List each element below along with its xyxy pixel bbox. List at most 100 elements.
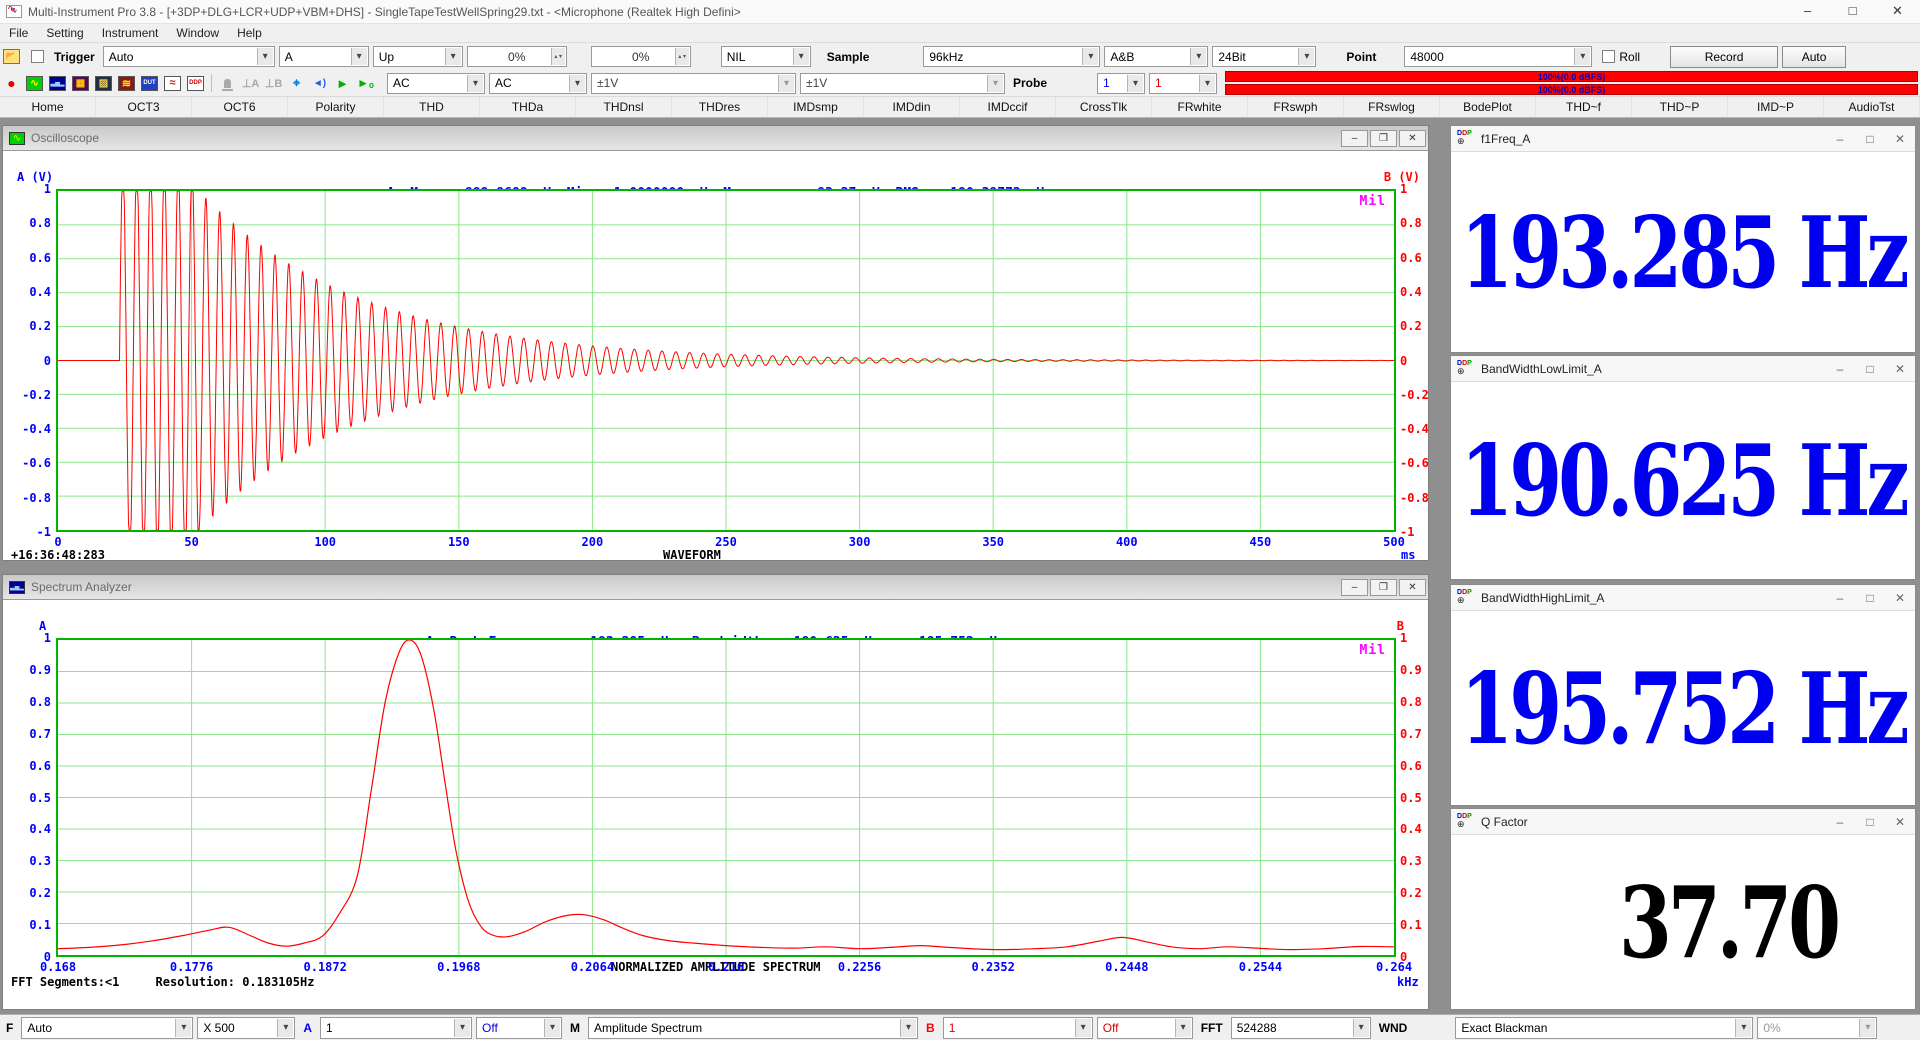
- tab-frswph[interactable]: FRswph: [1248, 97, 1344, 117]
- y-tick-right: 0.4: [1400, 285, 1440, 299]
- maximize-icon[interactable]: □: [1830, 0, 1875, 23]
- derived-data-point-icon[interactable]: ≈: [162, 74, 183, 93]
- open-file-icon[interactable]: 📂: [1, 47, 22, 66]
- zoom-dropdown[interactable]: X 500: [197, 1017, 295, 1039]
- tab-crosstlk[interactable]: CrossTlk: [1056, 97, 1152, 117]
- close-icon[interactable]: ✕: [1875, 0, 1920, 23]
- tab-oct6[interactable]: OCT6: [192, 97, 288, 117]
- tab-bodeplot[interactable]: BodePlot: [1440, 97, 1536, 117]
- b-option-dropdown[interactable]: 1: [943, 1017, 1093, 1039]
- trigger-source-dropdown[interactable]: A: [279, 46, 369, 67]
- microphone-icon[interactable]: [217, 74, 238, 93]
- close-icon[interactable]: ✕: [1399, 579, 1426, 596]
- oscilloscope-icon: ∿: [9, 132, 25, 145]
- tab-polarity[interactable]: Polarity: [288, 97, 384, 117]
- fft-size-dropdown[interactable]: 524288: [1231, 1017, 1371, 1039]
- oscilloscope-icon[interactable]: ∿: [24, 74, 45, 93]
- overlap-dropdown[interactable]: 0%: [1757, 1017, 1877, 1039]
- spectrum-plot[interactable]: Mil: [56, 638, 1396, 957]
- x-tick: 500: [1383, 535, 1405, 549]
- b-persistence-dropdown[interactable]: Off: [1097, 1017, 1193, 1039]
- close-icon[interactable]: ✕: [1399, 130, 1426, 147]
- run-loop-icon[interactable]: ►ₒ: [355, 74, 376, 93]
- x-unit-label: kHz: [1397, 975, 1419, 989]
- tab-imdsmp[interactable]: IMDsmp: [768, 97, 864, 117]
- tab-oct3[interactable]: OCT3: [96, 97, 192, 117]
- sampling-bits-dropdown[interactable]: 24Bit: [1212, 46, 1316, 67]
- speaker-icon[interactable]: ◄): [309, 74, 330, 93]
- tab-imddin[interactable]: IMDdin: [864, 97, 960, 117]
- a-option-dropdown[interactable]: 1: [320, 1017, 472, 1039]
- tab-thd~p[interactable]: THD~P: [1632, 97, 1728, 117]
- tab-thd~f[interactable]: THD~f: [1536, 97, 1632, 117]
- menu-window[interactable]: Window: [167, 26, 228, 40]
- y-tick-left: 0.1: [3, 918, 51, 932]
- menu-instrument[interactable]: Instrument: [93, 26, 168, 40]
- roll-checkbox[interactable]: [1602, 50, 1615, 63]
- minimize-icon[interactable]: –: [1341, 579, 1368, 596]
- multimeter-icon[interactable]: ▦: [70, 74, 91, 93]
- auto-button[interactable]: Auto: [1782, 46, 1846, 68]
- probe-a-dropdown[interactable]: 1: [1097, 73, 1145, 94]
- window-function-dropdown[interactable]: Exact Blackman: [1455, 1017, 1753, 1039]
- y-tick-right: 0.2: [1400, 886, 1440, 900]
- hold-a-icon[interactable]: ⊥A: [240, 74, 261, 93]
- probe-b-dropdown[interactable]: 1: [1149, 73, 1217, 94]
- tab-thd[interactable]: THD: [384, 97, 480, 117]
- menu-help[interactable]: Help: [228, 26, 271, 40]
- trigger-mode-dropdown[interactable]: Auto: [103, 46, 275, 67]
- tab-thdres[interactable]: THDres: [672, 97, 768, 117]
- hold-b-icon[interactable]: ⊥B: [263, 74, 284, 93]
- probe-calibration-icon[interactable]: ⌖: [286, 74, 307, 93]
- sampling-channels-dropdown[interactable]: A&B: [1104, 46, 1208, 67]
- restore-icon[interactable]: ❐: [1370, 130, 1397, 147]
- tab-home[interactable]: Home: [0, 97, 96, 117]
- run-icon-glyph: ►: [336, 76, 349, 91]
- device-test-plan-icon[interactable]: DUT: [139, 74, 160, 93]
- trigger-checkbox[interactable]: [31, 50, 44, 63]
- oscilloscope-plot[interactable]: Mil: [56, 189, 1396, 532]
- trigger-edge-dropdown[interactable]: Up: [373, 46, 463, 67]
- menu-file[interactable]: File: [0, 26, 37, 40]
- range-a-dropdown[interactable]: ±1V: [591, 73, 796, 94]
- tab-frwhite[interactable]: FRwhite: [1152, 97, 1248, 117]
- sampling-points-dropdown[interactable]: 48000: [1404, 46, 1592, 67]
- display-mode-dropdown[interactable]: Amplitude Spectrum: [588, 1017, 918, 1039]
- y-tick-left: 1: [3, 182, 51, 196]
- y-tick-right: -0.2: [1400, 388, 1440, 402]
- y-tick-right: 1: [1400, 182, 1440, 196]
- x-tick: 0.2544: [1239, 960, 1282, 974]
- trigger-level-spinner[interactable]: 0%: [467, 46, 567, 67]
- ddp-window-bandwidthhighlimit-a: DDP⊕BandWidthHighLimit_A–□✕195.752 Hz: [1450, 584, 1916, 806]
- y-tick-left: -0.2: [3, 388, 51, 402]
- tab-imdccif[interactable]: IMDccif: [960, 97, 1056, 117]
- spectrum-analyzer-icon: ▃▅▂: [9, 581, 25, 594]
- menu-setting[interactable]: Setting: [37, 26, 92, 40]
- tab-thda[interactable]: THDa: [480, 97, 576, 117]
- record-icon[interactable]: ●: [1, 74, 22, 93]
- tab-imd~p[interactable]: IMD~P: [1728, 97, 1824, 117]
- tab-audiotst[interactable]: AudioTst: [1824, 97, 1920, 117]
- spectrum-analyzer-icon[interactable]: ▃▅▂: [47, 74, 68, 93]
- chart-watermark: Mil: [1360, 643, 1386, 658]
- minimize-icon[interactable]: –: [1785, 0, 1830, 23]
- freq-axis-dropdown[interactable]: Auto: [21, 1017, 193, 1039]
- run-icon[interactable]: ►: [332, 74, 353, 93]
- trigger-hpf-dropdown[interactable]: NIL: [721, 46, 811, 67]
- coupling-a-dropdown[interactable]: AC: [387, 73, 485, 94]
- restore-icon[interactable]: ❐: [1370, 579, 1397, 596]
- signal-generator-icon[interactable]: ≋: [116, 74, 137, 93]
- tab-thdnsl[interactable]: THDnsl: [576, 97, 672, 117]
- range-b-dropdown[interactable]: ±1V: [800, 73, 1005, 94]
- sample-label: Sample: [821, 50, 876, 64]
- a-persistence-dropdown[interactable]: Off: [476, 1017, 562, 1039]
- spectrum-settings-toolbar: F Auto X 500 A 1 Off M Amplitude Spectru…: [0, 1014, 1920, 1040]
- spectrum-3d-plot-icon[interactable]: ▨: [93, 74, 114, 93]
- record-button[interactable]: Record: [1670, 46, 1778, 68]
- sampling-rate-dropdown[interactable]: 96kHz: [923, 46, 1100, 67]
- trigger-delay-spinner[interactable]: 0%: [591, 46, 691, 67]
- tab-frswlog[interactable]: FRswlog: [1344, 97, 1440, 117]
- minimize-icon[interactable]: –: [1341, 130, 1368, 147]
- ddp-viewer-icon[interactable]: DDP: [185, 74, 206, 93]
- coupling-b-dropdown[interactable]: AC: [489, 73, 587, 94]
